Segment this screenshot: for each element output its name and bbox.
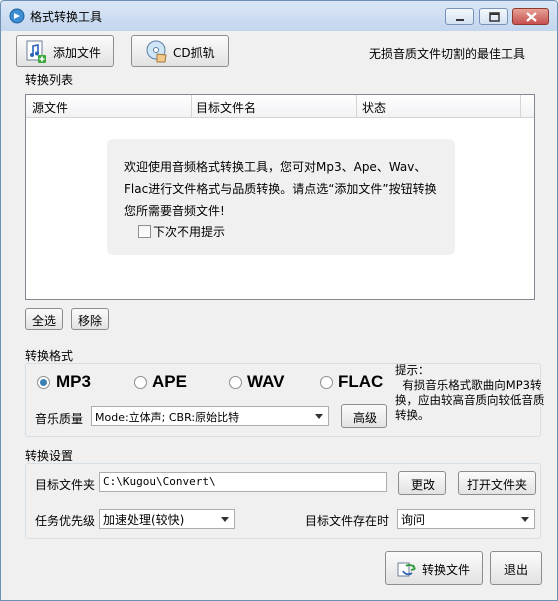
radio-wav[interactable]: [229, 376, 242, 389]
title-bar[interactable]: 格式转换工具: [1, 1, 557, 31]
change-label: 更改: [411, 478, 436, 492]
quality-label: 音乐质量: [35, 412, 84, 426]
exit-label: 退出: [504, 563, 529, 577]
exists-label: 目标文件存在时: [305, 514, 390, 528]
open-folder-button[interactable]: 打开文件夹: [458, 471, 536, 495]
add-file-button[interactable]: 添加文件: [16, 35, 114, 67]
settings-section-label: 转换设置: [25, 449, 74, 463]
convert-icon: [397, 562, 416, 577]
format-ape-label[interactable]: APE: [152, 372, 187, 392]
convert-file-label: 转换文件: [422, 563, 471, 577]
priority-select[interactable]: 加速处理(较快): [99, 509, 235, 529]
app-icon: [9, 8, 25, 24]
remove-button[interactable]: 移除: [71, 308, 109, 330]
welcome-panel: 欢迎使用音频格式转换工具，您可对Mp3、Ape、Wav、Flac进行文件格式与品…: [107, 139, 455, 255]
convert-list-section-label: 转换列表: [25, 73, 74, 87]
main-window: 格式转换工具 添加文件 CD抓轨 无损音质文件切割的最佳工具 转换列表 源文件 …: [0, 0, 558, 601]
cd-rip-label: CD抓轨: [173, 46, 215, 60]
list-header: 源文件 目标文件名 状态: [26, 95, 534, 118]
dropdown-arrow-icon: [315, 414, 323, 419]
welcome-message: 欢迎使用音频格式转换工具，您可对Mp3、Ape、Wav、Flac进行文件格式与品…: [124, 160, 437, 218]
format-hint: 提示： 有损音乐格式歌曲向MP3转换，应由较高音质向较低音质转换。: [395, 363, 545, 422]
dont-show-label: 下次不用提示: [153, 225, 226, 239]
maximize-button[interactable]: [479, 8, 508, 25]
target-folder-field[interactable]: [99, 472, 387, 492]
add-file-label: 添加文件: [53, 46, 102, 60]
exists-value: 询问: [401, 513, 426, 527]
close-button[interactable]: [512, 8, 549, 25]
convert-file-button[interactable]: 转换文件: [385, 551, 483, 585]
advanced-label: 高级: [353, 411, 378, 425]
radio-ape[interactable]: [134, 376, 147, 389]
exit-button[interactable]: 退出: [490, 551, 542, 585]
cd-hand-icon: [146, 40, 167, 63]
target-folder-label: 目标文件夹: [35, 478, 96, 492]
dropdown-arrow-icon: [221, 517, 229, 522]
column-source-file[interactable]: 源文件: [32, 99, 68, 116]
target-folder-input[interactable]: [102, 474, 384, 489]
select-all-button[interactable]: 全选: [25, 308, 63, 330]
column-target-name[interactable]: 目标文件名: [196, 99, 256, 116]
format-flac-label[interactable]: FLAC: [338, 372, 383, 392]
radio-mp3[interactable]: [37, 376, 50, 389]
open-folder-label: 打开文件夹: [467, 478, 528, 492]
dont-show-checkbox[interactable]: [138, 225, 151, 238]
exists-select[interactable]: 询问: [397, 509, 535, 529]
select-all-label: 全选: [32, 314, 57, 328]
priority-value: 加速处理(较快): [103, 513, 185, 527]
advanced-button[interactable]: 高级: [341, 404, 387, 428]
cd-rip-button[interactable]: CD抓轨: [131, 35, 229, 67]
change-folder-button[interactable]: 更改: [398, 471, 446, 495]
minimize-button[interactable]: [445, 8, 474, 25]
quality-value: Mode:立体声; CBR:原始比特: [95, 411, 240, 424]
window-title: 格式转换工具: [30, 10, 103, 24]
column-status[interactable]: 状态: [362, 99, 386, 116]
maximize-icon: [489, 12, 500, 22]
priority-label: 任务优先级: [35, 514, 96, 528]
radio-flac[interactable]: [320, 376, 333, 389]
dropdown-arrow-icon: [521, 517, 529, 522]
format-mp3-label[interactable]: MP3: [56, 372, 91, 392]
music-file-add-icon: [26, 40, 46, 63]
remove-label: 移除: [78, 314, 103, 328]
slogan-text: 无损音质文件切割的最佳工具: [369, 47, 526, 61]
minimize-icon: [456, 19, 464, 21]
format-section-label: 转换格式: [25, 349, 74, 363]
close-icon: [526, 12, 537, 22]
format-wav-label[interactable]: WAV: [247, 372, 284, 392]
quality-select[interactable]: Mode:立体声; CBR:原始比特: [91, 406, 329, 426]
